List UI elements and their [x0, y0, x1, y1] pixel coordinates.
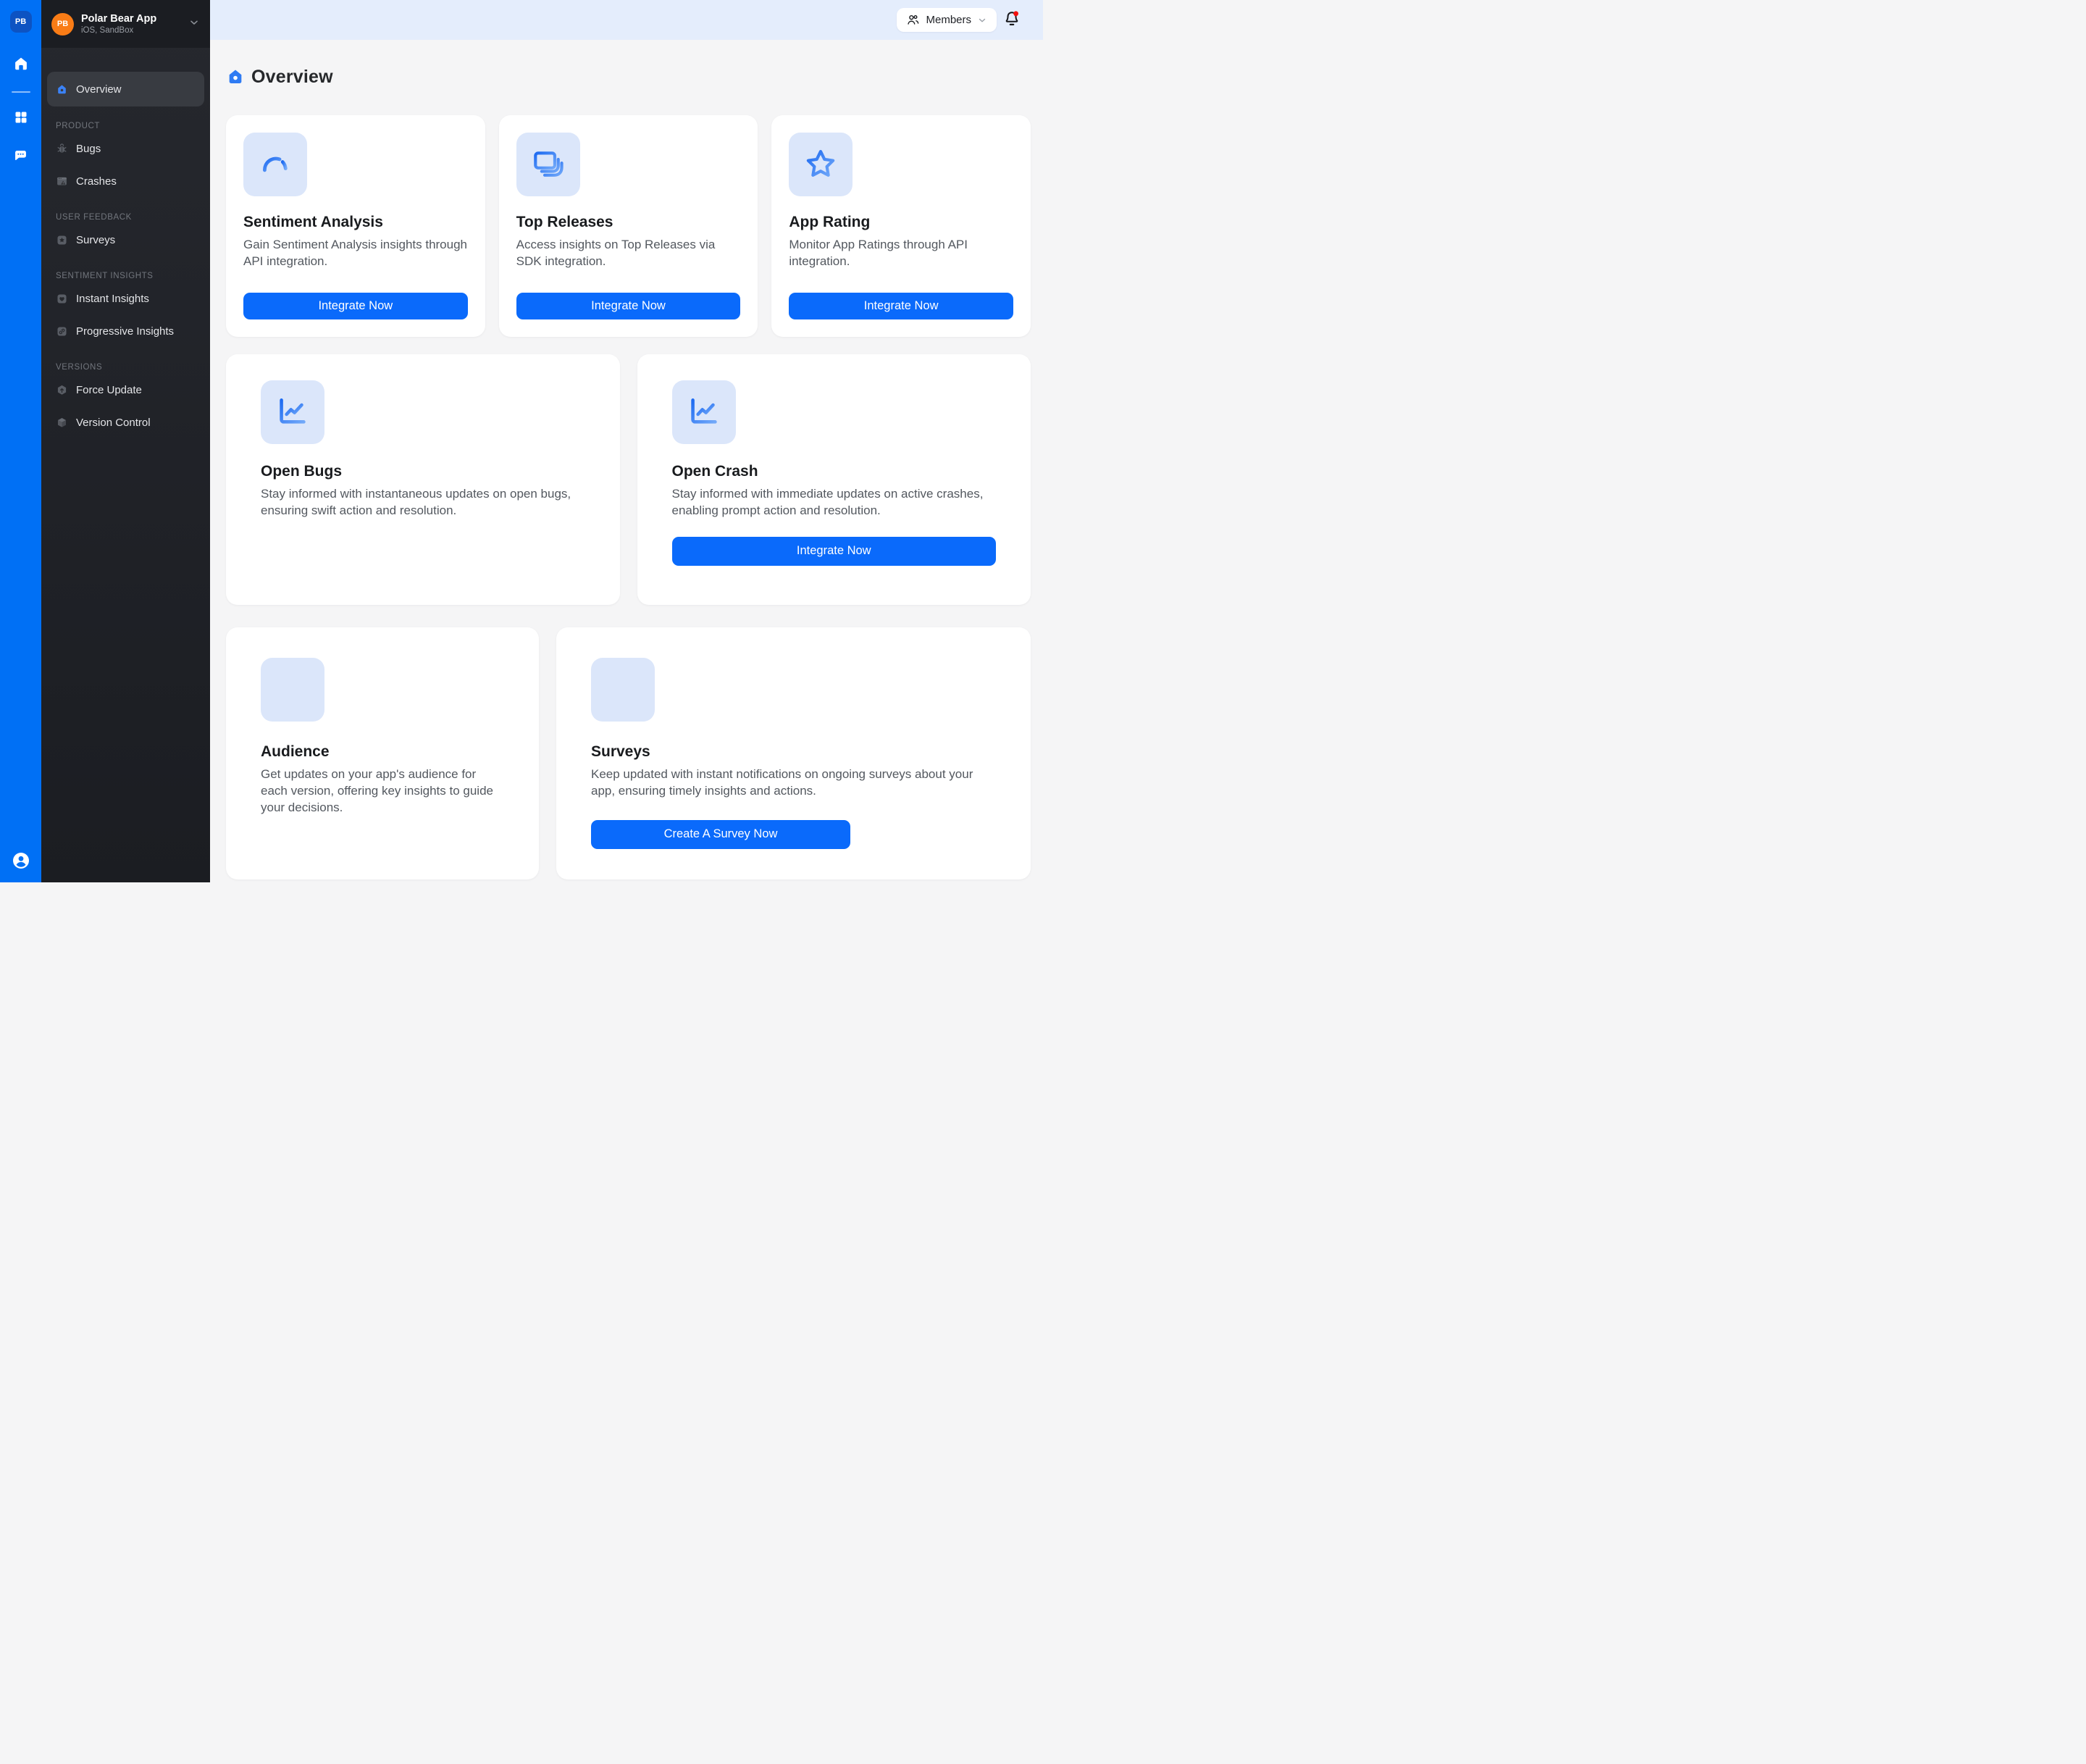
line-chart-icon	[672, 380, 736, 444]
section-label-versions: VERSIONS	[56, 363, 204, 372]
integrate-now-button[interactable]: Integrate Now	[243, 293, 468, 319]
integrate-now-button[interactable]: Integrate Now	[789, 293, 1013, 319]
card-description: Access insights on Top Releases via SDK …	[516, 236, 741, 269]
card-top-releases: Top Releases Access insights on Top Rele…	[499, 115, 758, 337]
card-title: Audience	[261, 743, 504, 761]
sidebar-item-label: Overview	[76, 83, 122, 96]
sidebar-item-label: Bugs	[76, 143, 101, 155]
star-outline-icon	[789, 133, 853, 196]
app-switcher[interactable]: PB Polar Bear App iOS, SandBox	[41, 0, 210, 48]
app-avatar: PB	[51, 13, 74, 35]
chevron-down-icon	[977, 15, 987, 25]
main-area: Members Overview	[210, 0, 1043, 882]
page-title: Overview	[251, 67, 333, 88]
integrate-now-button[interactable]: Integrate Now	[672, 537, 997, 566]
gauge-arc-icon	[243, 133, 307, 196]
sidebar-item-label: Force Update	[76, 384, 142, 396]
card-open-bugs: Open Bugs Stay informed with instantaneo…	[226, 354, 620, 605]
crash-window-icon	[56, 175, 68, 188]
card-description: Stay informed with immediate updates on …	[672, 485, 997, 519]
sidebar-item-crashes[interactable]: Crashes	[47, 165, 204, 198]
home-icon[interactable]	[12, 55, 30, 72]
notifications-bell-icon[interactable]	[1002, 9, 1021, 30]
card-description: Get updates on your app's audience for e…	[261, 766, 504, 816]
app-platform: iOS, SandBox	[81, 25, 156, 35]
card-description: Keep updated with instant notifications …	[591, 766, 996, 799]
cube-icon	[56, 417, 68, 429]
section-label-product: PRODUCT	[56, 122, 204, 130]
integrate-now-button[interactable]: Integrate Now	[516, 293, 741, 319]
sidebar: PB Polar Bear App iOS, SandBox Overview …	[41, 0, 210, 882]
people-icon	[906, 13, 920, 27]
sidebar-item-force-update[interactable]: Force Update	[47, 374, 204, 406]
star-square-icon	[56, 234, 68, 246]
app-rail: PB	[0, 0, 41, 882]
sidebar-item-instant-insights[interactable]: Instant Insights	[47, 283, 204, 315]
card-surveys: Surveys Keep updated with instant notifi…	[556, 627, 1031, 879]
stacked-windows-icon	[516, 133, 580, 196]
overview-page-icon	[226, 67, 245, 86]
sidebar-item-surveys[interactable]: Surveys	[47, 224, 204, 256]
bar-chart-icon	[261, 658, 324, 722]
section-label-sentiment-insights: SENTIMENT INSIGHTS	[56, 272, 204, 280]
card-title: Open Bugs	[261, 463, 585, 480]
create-survey-button[interactable]: Create A Survey Now	[591, 820, 850, 849]
card-title: App Rating	[789, 214, 1013, 231]
card-title: Surveys	[591, 743, 996, 761]
card-title: Open Crash	[672, 463, 997, 480]
top-header-band: Members	[210, 0, 1043, 40]
card-description: Monitor App Ratings through API integrat…	[789, 236, 1013, 269]
card-title: Sentiment Analysis	[243, 214, 468, 231]
card-open-crash: Open Crash Stay informed with immediate …	[637, 354, 1031, 605]
apps-grid-icon[interactable]	[12, 109, 30, 126]
card-description: Stay informed with instantaneous updates…	[261, 485, 585, 519]
bug-icon	[56, 143, 68, 155]
workspace-badge[interactable]: PB	[10, 11, 32, 33]
link-square-icon	[56, 325, 68, 338]
line-chart-icon	[261, 380, 324, 444]
sidebar-item-overview[interactable]: Overview	[47, 72, 204, 106]
card-title: Top Releases	[516, 214, 741, 231]
sidebar-item-label: Crashes	[76, 175, 117, 188]
list-lines-icon	[591, 658, 655, 722]
rail-divider	[12, 91, 30, 93]
app-name: Polar Bear App	[81, 12, 156, 25]
sidebar-item-progressive-insights[interactable]: Progressive Insights	[47, 315, 204, 348]
chevron-down-icon	[188, 17, 200, 32]
members-label: Members	[926, 14, 971, 26]
hexagon-up-arrow-icon	[56, 384, 68, 396]
sidebar-item-version-control[interactable]: Version Control	[47, 406, 204, 439]
card-app-rating: App Rating Monitor App Ratings through A…	[771, 115, 1031, 337]
sidebar-item-bugs[interactable]: Bugs	[47, 133, 204, 165]
sidebar-item-label: Instant Insights	[76, 293, 149, 305]
card-audience: Audience Get updates on your app's audie…	[226, 627, 539, 879]
sidebar-item-label: Version Control	[76, 417, 151, 429]
card-sentiment-analysis: Sentiment Analysis Gain Sentiment Analys…	[226, 115, 485, 337]
chat-icon[interactable]	[12, 146, 30, 164]
heart-square-icon	[56, 293, 68, 305]
section-label-user-feedback: USER FEEDBACK	[56, 213, 204, 222]
home-smart-icon	[56, 83, 68, 96]
members-button[interactable]: Members	[897, 8, 997, 32]
sidebar-item-label: Surveys	[76, 234, 115, 246]
user-avatar[interactable]	[12, 852, 30, 869]
sidebar-item-label: Progressive Insights	[76, 325, 174, 338]
card-description: Gain Sentiment Analysis insights through…	[243, 236, 468, 269]
